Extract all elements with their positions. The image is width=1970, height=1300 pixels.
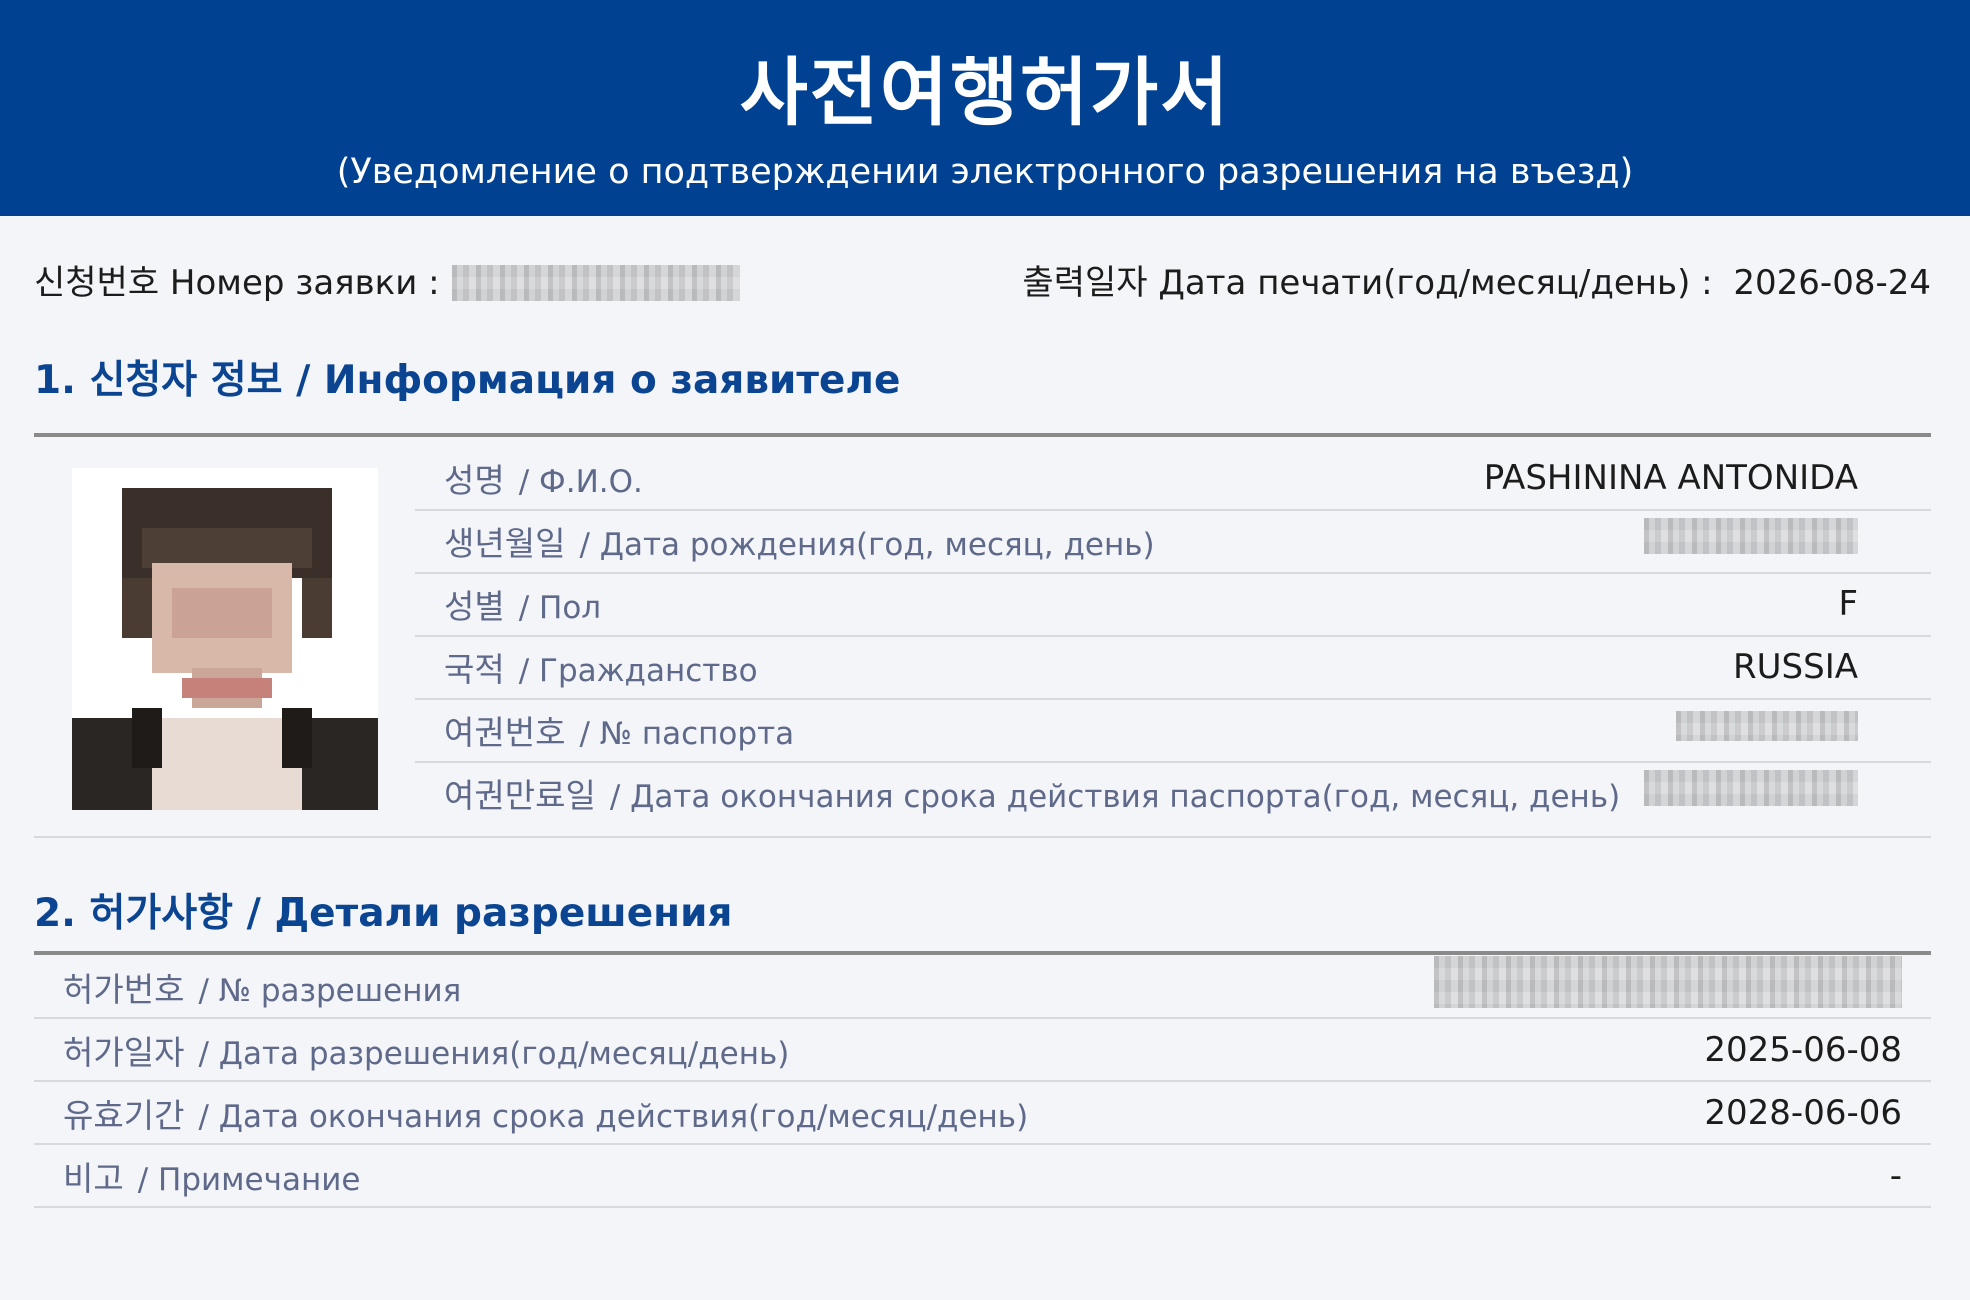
row-value-redacted [1644,770,1858,815]
row-label-ru: / Дата разрешения(год/месяц/день) [198,1035,790,1072]
section-applicant-title: 1. 신청자 정보 / Информация о заявителе [34,358,901,403]
row-label-ko: 성별 [444,586,505,626]
row-label-ru: / Пол [518,589,602,626]
application-number-redacted [451,265,740,301]
section-applicant-rule [34,433,1931,437]
row-label-ko: 비고 [63,1158,124,1198]
row-value: PASHININA ANTONIDA [1483,457,1858,498]
meta-row: 신청번호 Номер заявки : 출력일자 Дата печати(год… [34,258,1931,308]
row-value: RUSSIA [1733,646,1858,687]
row-value: F [1838,583,1858,624]
document-subtitle: (Уведомление о подтверждении электронног… [336,152,1634,192]
row-label-ru: / Примечание [137,1161,361,1198]
section-applicant-bottom-rule [34,836,1931,838]
row-value: 2025-06-08 [1704,1029,1902,1070]
permit-row-remarks: 비고 / Примечание - [34,1144,1931,1207]
row-label-ru: / № разрешения [198,972,462,1009]
application-number-label: 신청번호 Номер заявки : [34,263,440,303]
row-value-redacted [1676,710,1858,750]
application-number: 신청번호 Номер заявки : [34,258,740,308]
row-label-ko: 유효기간 [63,1095,185,1135]
row-label-ko: 허가일자 [63,1032,185,1072]
row-label-ko: 허가번호 [63,969,185,1009]
applicant-row-passport-expiry: 여권만료일 / Дата окончания срока действия пас… [415,761,1887,824]
permit-row-date: 허가일자 / Дата разрешения(год/месяц/день) 20… [34,1018,1931,1081]
applicant-row-birthdate: 생년월일 / Дата рождения(год, месяц, день) [415,509,1887,572]
section-permit-title: 2. 허가사항 / Детали разрешения [34,891,733,936]
permit-row-number: 허가번호 / № разрешения [34,955,1931,1018]
row-label-ko: 성명 [444,460,505,500]
row-value: 2028-06-06 [1704,1092,1902,1133]
row-label-ko: 여권번호 [444,712,566,752]
document-title: 사전여행허가서 [739,50,1231,136]
row-value-redacted [1434,956,1902,1017]
section-permit-bottom-rule [34,1206,1931,1208]
row-value-redacted [1644,518,1858,563]
row-label-ru: / Гражданство [518,652,758,689]
row-label-ko: 생년월일 [444,523,566,563]
print-date: 출력일자 Дата печати(год/месяц/день) : 2026-… [1022,258,1931,308]
applicant-row-name: 성명 / Ф.И.О. PASHININA ANTONIDA [415,446,1887,509]
row-value: - [1889,1155,1902,1196]
row-label-ru: / Ф.И.О. [518,463,643,500]
row-label-ru: / Дата рождения(год, месяц, день) [579,526,1155,563]
applicant-photo [72,468,378,810]
row-label-ru: / № паспорта [579,715,795,752]
permit-row-validity: 유효기간 / Дата окончания срока действия(год/… [34,1081,1931,1144]
applicant-row-nationality: 국적 / Гражданство RUSSIA [415,635,1887,698]
row-label-ko: 여권만료일 [444,775,596,815]
row-label-ru: / Дата окончания срока действия паспорта… [609,778,1621,815]
row-label-ko: 국적 [444,649,505,689]
row-label-ru: / Дата окончания срока действия(год/меся… [198,1098,1029,1135]
applicant-row-passport-number: 여권번호 / № паспорта [415,698,1887,761]
document-header: 사전여행허가서 (Уведомление о подтверждении эле… [0,0,1970,216]
applicant-row-sex: 성별 / Пол F [415,572,1887,635]
print-date-label: 출력일자 Дата печати(год/месяц/день) : [1022,263,1713,303]
print-date-value: 2026-08-24 [1733,263,1931,303]
